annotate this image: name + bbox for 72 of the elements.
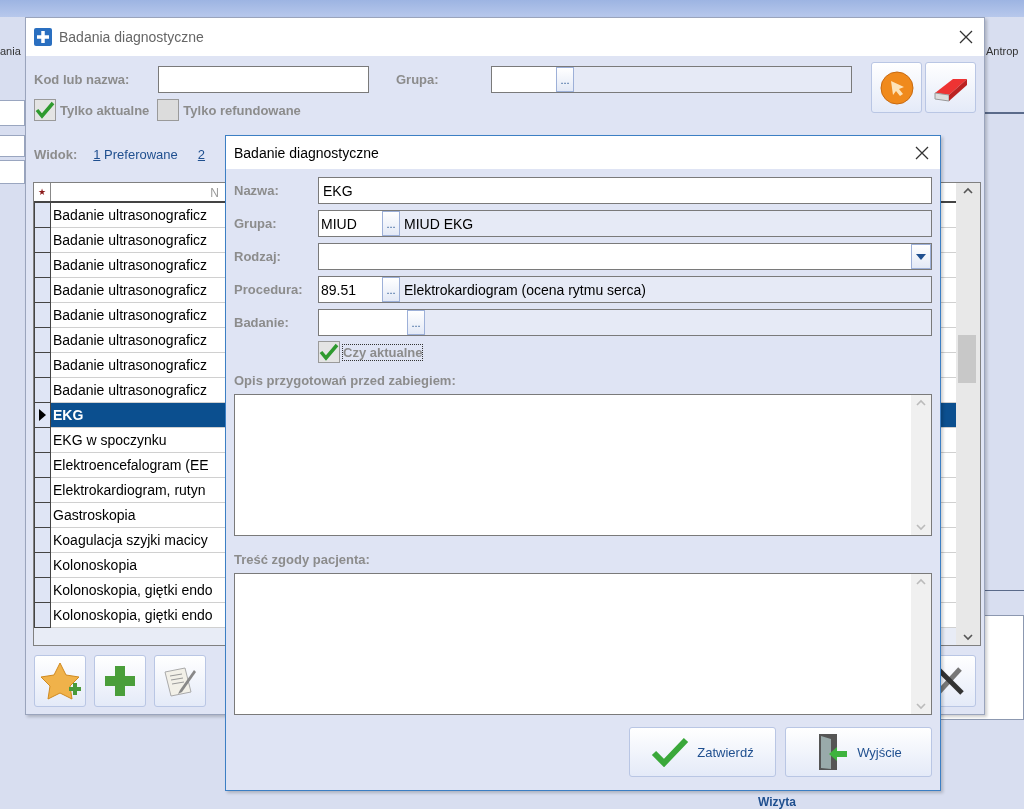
checkbox[interactable] <box>318 341 340 363</box>
checkbox-label: Tylko aktualne <box>60 102 150 118</box>
checkbox[interactable] <box>34 99 56 121</box>
code-input[interactable] <box>158 66 369 93</box>
cursor-button[interactable] <box>871 62 922 113</box>
field-label: Grupa: <box>234 216 278 231</box>
browse-button[interactable]: ... <box>382 211 400 236</box>
plus-icon <box>105 666 135 696</box>
star-icon <box>39 661 81 701</box>
field-label: Grupa: <box>396 72 440 87</box>
current-row-icon <box>39 409 46 421</box>
dropdown-field[interactable] <box>318 243 932 270</box>
row-marker[interactable] <box>34 478 51 503</box>
field-label: Procedura: <box>234 282 304 297</box>
row-marker[interactable] <box>34 578 51 603</box>
field-label: Rodzaj: <box>234 249 282 264</box>
memo-label: Treść zgody pacjenta: <box>234 552 370 567</box>
scrollbar[interactable] <box>956 183 980 645</box>
checkbox-label: Tylko refundowane <box>183 102 301 118</box>
row-marker[interactable] <box>34 603 51 628</box>
browse-button[interactable]: ... <box>556 67 574 92</box>
marker-header: ★ <box>34 183 51 201</box>
field-label: Kod lub nazwa: <box>34 72 131 87</box>
close-icon <box>915 145 929 160</box>
browse-button[interactable]: ... <box>407 310 425 335</box>
row-marker[interactable] <box>34 203 51 228</box>
notepad-pen-icon <box>162 664 198 698</box>
favorite-button[interactable] <box>34 655 86 707</box>
field-label: Badanie: <box>234 315 290 330</box>
lookup-field[interactable]: ... <box>318 309 932 336</box>
clear-button[interactable] <box>925 62 976 113</box>
section-title: Wizyta <box>758 796 796 809</box>
toolbar-label[interactable]: Antrop <box>986 45 1019 57</box>
row-marker[interactable] <box>34 528 51 553</box>
edit-button[interactable] <box>154 655 206 707</box>
lookup-field[interactable]: MIUD ... MIUD EKG <box>318 210 932 237</box>
row-marker[interactable] <box>34 503 51 528</box>
lookup-field[interactable]: 89.51 ... Elektrokardiogram (ocena rytmu serca) <box>318 276 932 303</box>
view-link[interactable]: 1 Preferowane <box>93 147 178 162</box>
scroll-down-icon[interactable] <box>963 634 973 641</box>
confirm-button[interactable]: Zatwierdź <box>629 727 776 777</box>
add-button[interactable] <box>94 655 146 707</box>
check-icon <box>651 737 690 767</box>
exit-button[interactable]: Wyjście <box>785 727 932 777</box>
row-marker[interactable] <box>34 378 51 403</box>
scroll-up-icon[interactable] <box>963 187 973 194</box>
row-marker[interactable] <box>34 353 51 378</box>
row-marker[interactable] <box>34 253 51 278</box>
close-icon <box>959 30 973 44</box>
memo-label: Opis przygotowań przed zabiegiem: <box>234 373 456 388</box>
checkbox[interactable] <box>157 99 180 121</box>
browse-button[interactable]: ... <box>382 277 400 302</box>
row-marker[interactable] <box>34 403 51 428</box>
window-title: Badania diagnostyczne <box>59 29 205 45</box>
row-marker[interactable] <box>34 428 51 453</box>
field-label: Nazwa: <box>234 183 280 198</box>
group-field[interactable]: ... <box>491 66 852 93</box>
name-field[interactable]: EKG <box>318 177 932 204</box>
view-link[interactable]: 2 <box>197 147 206 162</box>
row-marker[interactable] <box>34 453 51 478</box>
scroll-thumb[interactable] <box>958 335 976 383</box>
arrow-cursor-icon <box>878 69 915 106</box>
row-marker[interactable] <box>34 303 51 328</box>
view-label: Widok: <box>34 147 78 162</box>
row-marker[interactable] <box>34 553 51 578</box>
row-marker[interactable] <box>34 278 51 303</box>
checkbox-label: Czy aktualne <box>342 343 424 361</box>
plus-icon <box>34 28 52 46</box>
row-marker[interactable] <box>34 328 51 353</box>
row-marker[interactable] <box>34 228 51 253</box>
window-title: Badanie diagnostyczne <box>234 144 380 161</box>
toolbar-label[interactable]: ania <box>0 45 21 57</box>
